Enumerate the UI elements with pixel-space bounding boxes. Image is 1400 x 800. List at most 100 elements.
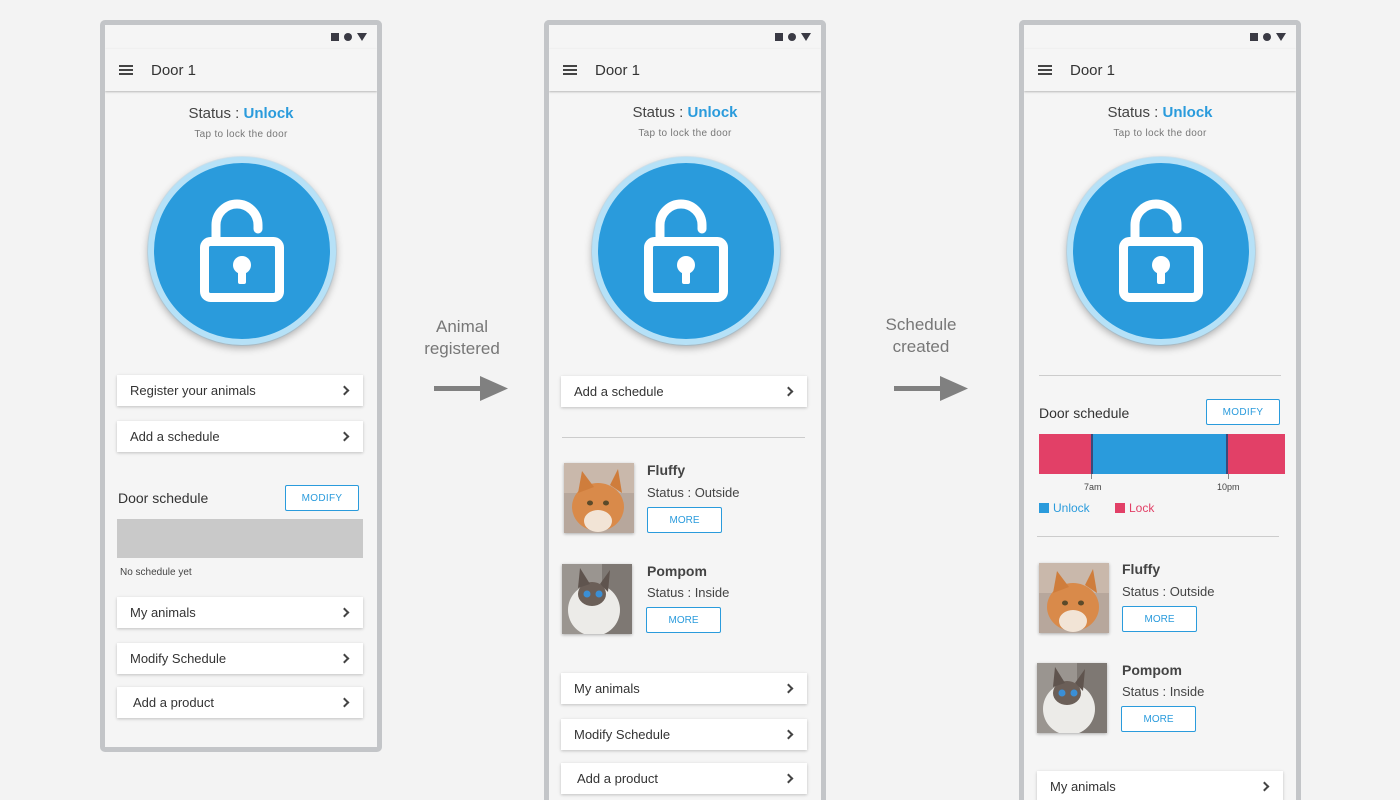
card-label: My animals bbox=[1050, 779, 1116, 794]
tick-label-7am: 7am bbox=[1084, 482, 1102, 492]
pet-more-button[interactable]: MORE bbox=[1122, 606, 1197, 632]
tick-mark bbox=[1228, 474, 1229, 479]
my-animals-card[interactable]: My animals bbox=[561, 673, 807, 704]
chevron-right-icon bbox=[783, 386, 794, 397]
pet-name: Pompom bbox=[1122, 662, 1182, 678]
lock-hint: Tap to lock the door bbox=[194, 129, 288, 140]
step-label-line1: Animal bbox=[436, 317, 488, 336]
wifi-icon bbox=[344, 33, 352, 41]
battery-icon bbox=[801, 33, 811, 41]
chevron-right-icon bbox=[339, 607, 350, 618]
step-label-line1: Schedule bbox=[885, 315, 957, 334]
legend-unlock: Unlock bbox=[1039, 501, 1090, 515]
phone-screen-initial: Door 1 Status : Unlock Tap to lock the d… bbox=[100, 20, 382, 752]
unlocked-padlock-icon bbox=[644, 199, 728, 302]
modify-schedule-button[interactable]: MODIFY bbox=[285, 485, 359, 511]
status-value: Unlock bbox=[1162, 104, 1213, 121]
phone-screen-animal-registered: Door 1 Status : Unlock Tap to lock the d… bbox=[544, 20, 826, 800]
battery-icon bbox=[1276, 33, 1286, 41]
app-bar: Door 1 bbox=[105, 49, 377, 91]
modify-schedule-card[interactable]: Modify Schedule bbox=[561, 719, 807, 750]
add-product-card[interactable]: Add a product bbox=[561, 763, 807, 794]
card-label: Modify Schedule bbox=[130, 651, 227, 666]
door-status: Status : Unlock bbox=[105, 105, 377, 122]
app-title: Door 1 bbox=[1070, 61, 1116, 79]
no-schedule-text: No schedule yet bbox=[120, 567, 192, 578]
unlocked-padlock-icon bbox=[1119, 199, 1203, 302]
legend-label: Lock bbox=[1129, 501, 1155, 515]
divider bbox=[1039, 375, 1281, 376]
modify-schedule-button[interactable]: MODIFY bbox=[1206, 399, 1280, 425]
lock-hint: Tap to lock the door bbox=[638, 128, 732, 139]
status-bar bbox=[775, 25, 811, 49]
chevron-right-icon bbox=[339, 431, 350, 442]
chevron-right-icon bbox=[1259, 781, 1270, 792]
lock-toggle-button[interactable] bbox=[1067, 157, 1255, 345]
modify-schedule-card[interactable]: Modify Schedule bbox=[117, 643, 363, 674]
phone-screen-schedule-created: Door 1 Status : Unlock Tap to lock the d… bbox=[1019, 20, 1301, 800]
signal-icon bbox=[331, 33, 339, 41]
card-label: My animals bbox=[574, 681, 640, 696]
tick-label-10pm: 10pm bbox=[1217, 482, 1240, 492]
card-label: Modify Schedule bbox=[574, 727, 671, 742]
status-value: Unlock bbox=[687, 104, 738, 121]
pet-photo-pompom bbox=[562, 564, 632, 634]
pet-status: Status : Inside bbox=[1122, 684, 1205, 699]
chevron-right-icon bbox=[339, 653, 350, 664]
door-schedule-title: Door schedule bbox=[118, 490, 209, 506]
menu-icon[interactable] bbox=[563, 65, 577, 75]
app-title: Door 1 bbox=[595, 61, 641, 79]
chevron-right-icon bbox=[339, 697, 350, 708]
step-label-line2: created bbox=[892, 337, 950, 356]
schedule-segment-unlock bbox=[1090, 434, 1229, 474]
status-bar bbox=[331, 25, 367, 49]
pet-more-button[interactable]: MORE bbox=[647, 507, 722, 533]
pet-photo-fluffy bbox=[1039, 563, 1109, 633]
ragdoll-cat-photo bbox=[562, 564, 632, 634]
pet-more-button[interactable]: MORE bbox=[1121, 706, 1196, 732]
divider bbox=[562, 437, 805, 438]
card-label: Add a product bbox=[577, 771, 658, 786]
legend-lock: Lock bbox=[1115, 501, 1154, 515]
battery-icon bbox=[357, 33, 367, 41]
chevron-right-icon bbox=[339, 385, 350, 396]
pet-name: Pompom bbox=[647, 563, 707, 579]
lock-hint: Tap to lock the door bbox=[1113, 128, 1207, 139]
add-schedule-card[interactable]: Add a schedule bbox=[561, 376, 807, 407]
status-bar bbox=[1250, 25, 1286, 49]
menu-icon[interactable] bbox=[119, 65, 133, 75]
card-label: My animals bbox=[130, 605, 196, 620]
schedule-placeholder bbox=[117, 519, 363, 558]
my-animals-card[interactable]: My animals bbox=[1037, 771, 1283, 800]
signal-icon bbox=[775, 33, 783, 41]
orange-cat-photo bbox=[564, 463, 634, 533]
pet-status: Status : Outside bbox=[647, 485, 740, 500]
wifi-icon bbox=[788, 33, 796, 41]
my-animals-card[interactable]: My animals bbox=[117, 597, 363, 628]
orange-cat-photo bbox=[1039, 563, 1109, 633]
lock-toggle-button[interactable] bbox=[148, 157, 336, 345]
step-label-animal-registered: Animal registered bbox=[412, 316, 512, 360]
pet-more-button[interactable]: MORE bbox=[646, 607, 721, 633]
schedule-segment-lock bbox=[1039, 434, 1091, 474]
status-label: Status : bbox=[1107, 104, 1163, 121]
pet-photo-fluffy bbox=[564, 463, 634, 533]
signal-icon bbox=[1250, 33, 1258, 41]
card-label: Add a schedule bbox=[130, 429, 220, 444]
card-label: Register your animals bbox=[130, 383, 256, 398]
chevron-right-icon bbox=[783, 729, 794, 740]
app-bar: Door 1 bbox=[549, 49, 821, 91]
step-label-line2: registered bbox=[424, 339, 500, 358]
door-status: Status : Unlock bbox=[549, 104, 821, 121]
door-schedule-title: Door schedule bbox=[1039, 405, 1130, 421]
pet-status: Status : Outside bbox=[1122, 584, 1215, 599]
register-animals-card[interactable]: Register your animals bbox=[117, 375, 363, 406]
wifi-icon bbox=[1263, 33, 1271, 41]
status-label: Status : bbox=[632, 104, 688, 121]
lock-toggle-button[interactable] bbox=[592, 157, 780, 345]
add-product-card[interactable]: Add a product bbox=[117, 687, 363, 718]
status-label: Status : bbox=[188, 105, 244, 122]
add-schedule-card[interactable]: Add a schedule bbox=[117, 421, 363, 452]
menu-icon[interactable] bbox=[1038, 65, 1052, 75]
ragdoll-cat-photo bbox=[1037, 663, 1107, 733]
